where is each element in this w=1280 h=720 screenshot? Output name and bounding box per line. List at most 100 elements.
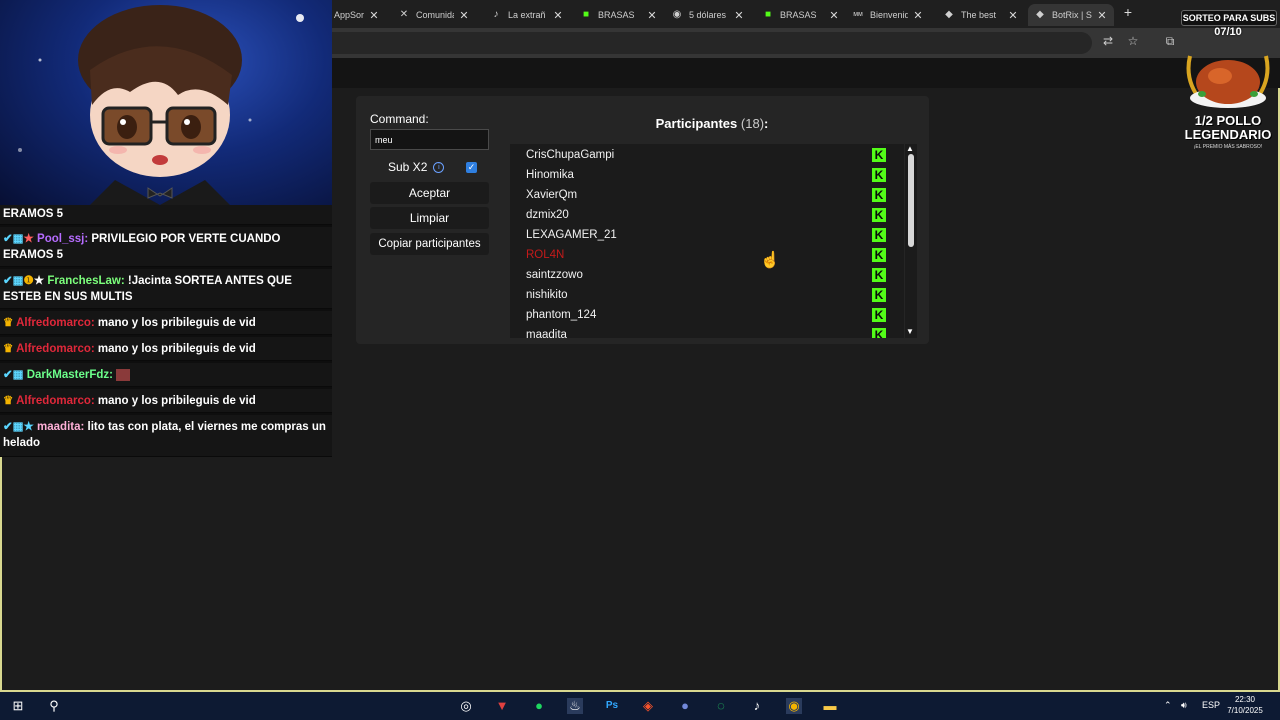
anime-avatar-illustration	[18, 5, 304, 205]
close-icon[interactable]: ✕	[646, 9, 658, 22]
chrome-icon[interactable]: ◉	[786, 698, 802, 714]
chevron-up-icon[interactable]: ⌃	[1164, 700, 1172, 711]
photoshop-icon[interactable]: Ps	[604, 698, 620, 714]
tab-label: AppSorteo	[334, 10, 364, 20]
coin-icon: ❶	[23, 275, 34, 287]
whatsapp-icon[interactable]: ◌	[713, 698, 729, 714]
crown-icon: ♛	[3, 343, 14, 355]
chat-username[interactable]: Alfredomarco:	[16, 317, 95, 329]
language-indicator[interactable]: ESP	[1202, 700, 1220, 710]
kick-icon: K	[872, 168, 886, 182]
close-icon[interactable]: ✕	[552, 9, 564, 22]
scrollbar-thumb[interactable]	[908, 154, 914, 247]
botrix-icon: ◆	[945, 9, 953, 20]
participant-name: dzmix20	[526, 209, 569, 221]
kick-icon: K	[872, 328, 886, 338]
participants-list[interactable]: CrisChupaGampi K Hinomika K XavierQm K d…	[510, 144, 904, 338]
list-item[interactable]: XavierQm K	[526, 185, 890, 205]
list-item[interactable]: dzmix20 K	[526, 205, 890, 225]
list-item[interactable]: CrisChupaGampi K	[526, 145, 890, 165]
obs-icon[interactable]: ◎	[458, 698, 474, 714]
clear-button[interactable]: Limpiar	[370, 207, 489, 229]
accept-button[interactable]: Aceptar	[370, 182, 489, 204]
close-icon[interactable]: ✕	[733, 9, 745, 22]
list-item[interactable]: ROL4N K	[526, 245, 890, 265]
chat-username[interactable]: FranchesLaw:	[47, 275, 124, 287]
subx2-option: Sub X2 i	[388, 160, 445, 174]
chat-username[interactable]: Pool_ssj:	[37, 233, 88, 245]
list-item[interactable]: LEXAGAMER_21 K	[526, 225, 890, 245]
chat-text: mano y los pribileguis de vid	[97, 395, 256, 407]
participant-name: saintzzowo	[526, 269, 583, 281]
chat-text: mano y los pribileguis de vid	[97, 317, 256, 329]
tab-label: Comunidad	[416, 10, 454, 20]
close-icon[interactable]: ✕	[828, 9, 840, 22]
chat-username[interactable]: maadita:	[37, 421, 84, 433]
close-icon[interactable]: ✕	[912, 9, 924, 22]
speaker-icon[interactable]: 🔊︎	[1181, 700, 1187, 711]
list-item[interactable]: maadita K	[526, 325, 890, 338]
tab-brasas-1[interactable]: ■ BRASAS ✕	[580, 4, 658, 26]
emote-icon	[116, 368, 131, 381]
kick-icon: K	[872, 208, 886, 222]
tab-comunidad[interactable]: ✕ Comunidad ✕	[398, 4, 470, 26]
subx2-label: Sub X2	[388, 160, 428, 174]
tab-brasas-2[interactable]: ■ BRASAS ✕	[762, 4, 840, 26]
subx2-checkbox[interactable]: ✓	[466, 162, 477, 173]
chat-username[interactable]: Alfredomarco:	[16, 343, 95, 355]
tab-label: BRASAS	[598, 10, 635, 20]
list-item[interactable]: nishikito K	[526, 285, 890, 305]
tab-la-extrana[interactable]: ♪ La extrañ ✕	[490, 4, 564, 26]
valorant-icon[interactable]: ▼	[494, 698, 510, 714]
list-item[interactable]: phantom_124 K	[526, 305, 890, 325]
close-icon[interactable]: ✕	[458, 9, 470, 22]
chat-username[interactable]: DarkMasterFdz:	[27, 369, 113, 381]
kick-icon: K	[872, 188, 886, 202]
close-icon[interactable]: ✕	[1096, 9, 1108, 22]
tiktok-icon[interactable]: ♪	[749, 698, 765, 714]
kick-icon: K	[872, 248, 886, 262]
command-input[interactable]	[370, 129, 489, 150]
taskbar-clock[interactable]: 22:30 7/10/2025	[1222, 694, 1268, 716]
tab-label: La extrañ	[508, 10, 546, 20]
extensions-icon[interactable]: ⧉	[1162, 34, 1178, 49]
info-icon[interactable]: i	[433, 161, 445, 173]
x-logo-icon: ✕	[399, 9, 409, 20]
command-label: Command:	[370, 112, 429, 126]
close-icon[interactable]: ✕	[1007, 9, 1019, 22]
kick-icon: K	[872, 288, 886, 302]
participants-title: Participantes (18):	[510, 116, 914, 131]
badges-icon: ✔▦	[3, 233, 24, 245]
search-icon[interactable]: ⚲	[46, 698, 62, 714]
translate-icon[interactable]: ⇄	[1100, 34, 1116, 48]
scroll-up-arrow-icon[interactable]: ▲	[906, 144, 914, 153]
bookmark-star-icon[interactable]: ☆	[1125, 34, 1141, 48]
file-explorer-icon[interactable]: ▬	[822, 698, 838, 714]
close-icon[interactable]: ✕	[368, 9, 380, 22]
participant-name: nishikito	[526, 289, 568, 301]
discord-icon[interactable]: ●	[677, 698, 693, 714]
tab-label: 5 dólares	[689, 10, 727, 20]
chat-username[interactable]: Alfredomarco:	[16, 395, 95, 407]
kick-icon: K	[872, 268, 886, 282]
list-item[interactable]: Hinomika K	[526, 165, 890, 185]
participant-name: LEXAGAMER_21	[526, 229, 617, 241]
tab-bienvenido[interactable]: ᴍᴍ Bienvenid ✕	[852, 4, 924, 26]
scroll-down-arrow-icon[interactable]: ▼	[906, 327, 914, 336]
spotify-icon[interactable]: ●	[531, 698, 547, 714]
steam-icon[interactable]: ♨	[567, 698, 583, 714]
tab-botrix[interactable]: ◆ BotRix | S ✕	[1028, 4, 1114, 26]
address-input[interactable]	[332, 32, 1092, 54]
badges-icon: ✔▦	[3, 421, 24, 433]
brave-icon[interactable]: ◈	[640, 698, 656, 714]
badges-icon: ✔▦	[3, 369, 24, 381]
tab-appsorteo[interactable]: AppSorteo ✕	[334, 4, 380, 26]
new-tab-button[interactable]: +	[1120, 4, 1136, 20]
chat-message: ♛ Alfredomarco: mano y los pribileguis d…	[0, 389, 332, 413]
windows-start-icon[interactable]: ⊞	[10, 698, 26, 714]
list-item[interactable]: saintzzowo K	[526, 265, 890, 285]
tab-the-best[interactable]: ◆ The best ✕	[943, 4, 1019, 26]
copy-participants-button[interactable]: Copiar participantes	[370, 233, 489, 255]
participants-title-text: Participantes	[655, 116, 738, 131]
tab-5-dolares[interactable]: ◉ 5 dólares ✕	[671, 4, 745, 26]
